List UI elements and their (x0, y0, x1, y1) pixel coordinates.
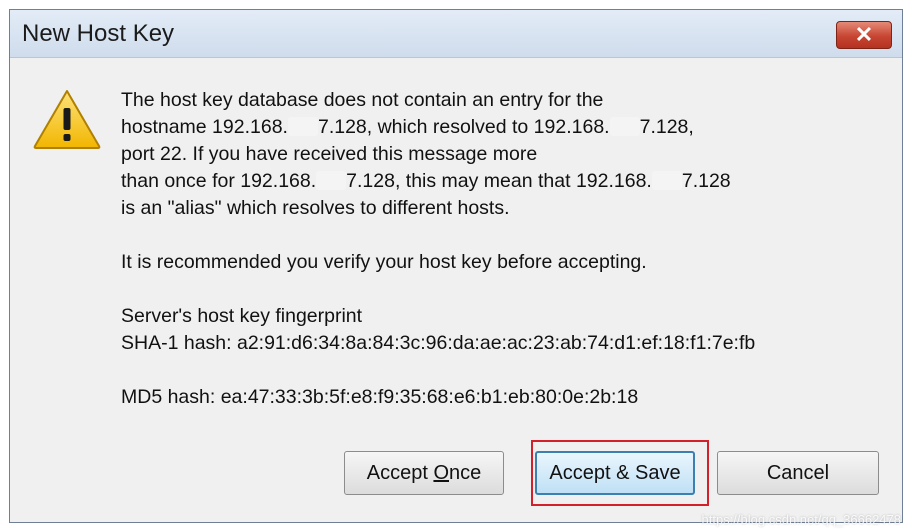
highlight-box (531, 440, 709, 506)
dialog-message: The host key database does not contain a… (121, 87, 891, 411)
fingerprint-block: Server's host key fingerprint SHA-1 hash… (121, 303, 891, 357)
warning-line-2a: hostname 192.168. (121, 116, 288, 138)
warning-line-4a: than once for 192.168. (121, 170, 317, 192)
warning-line-2c: 7.128, (639, 116, 694, 138)
accept-once-mnemonic: O (433, 461, 449, 484)
warning-line-4c: 7.128 (681, 170, 731, 192)
sha1-hash: SHA-1 hash: a2:91:d6:34:8a:84:3c:96:da:a… (121, 332, 756, 354)
warning-line-3: port 22. If you have received this messa… (121, 143, 538, 165)
cancel-button[interactable]: Cancel (717, 451, 879, 495)
host-key-warning: The host key database does not contain a… (121, 87, 891, 222)
redacted-octet (651, 171, 682, 190)
warning-line-1: The host key database does not contain a… (121, 89, 604, 111)
new-host-key-dialog: New Host Key ✕ The host key database doe… (9, 9, 903, 523)
accept-once-label-end: nce (449, 461, 482, 484)
fingerprint-heading: Server's host key fingerprint (121, 305, 363, 327)
warning-icon (33, 90, 101, 149)
warning-line-4b: 7.128, this may mean that 192.168. (346, 170, 652, 192)
accept-once-button[interactable]: Accept Once (344, 451, 504, 495)
watermark: https://blog.csdn.net/qq_36662478 (701, 512, 902, 527)
title-bar[interactable]: New Host Key ✕ (10, 10, 902, 58)
close-button[interactable]: ✕ (836, 21, 892, 49)
redacted-octet (316, 171, 347, 190)
md5-hash: MD5 hash: ea:47:33:3b:5f:e8:f9:35:68:e6:… (121, 386, 639, 408)
verify-recommendation: It is recommended you verify your host k… (121, 251, 647, 273)
redacted-octet (609, 117, 640, 136)
redacted-octet (287, 117, 318, 136)
warning-line-2b: 7.128, which resolved to 192.168. (317, 116, 610, 138)
dialog-title: New Host Key (22, 20, 175, 47)
close-icon: ✕ (854, 22, 874, 47)
warning-line-5: is an "alias" which resolves to differen… (121, 197, 510, 219)
accept-once-label-start: Accept (366, 461, 434, 484)
